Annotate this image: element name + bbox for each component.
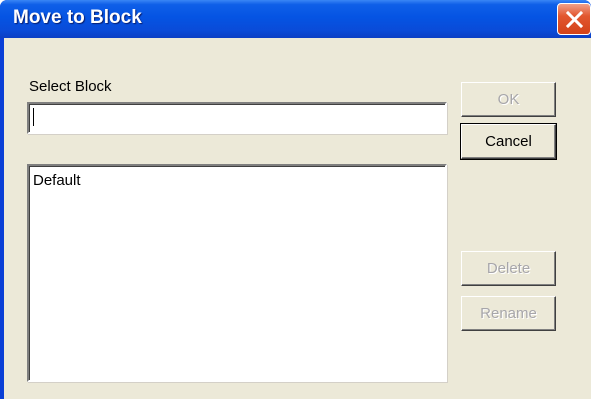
block-list[interactable]: Default [27, 164, 447, 382]
window-title: Move to Block [13, 7, 142, 28]
delete-button[interactable]: Delete [461, 251, 556, 286]
text-caret [33, 108, 34, 126]
cancel-button[interactable]: Cancel [460, 123, 557, 160]
title-bar[interactable]: Move to Block [0, 0, 591, 38]
close-x-icon [565, 10, 584, 29]
select-block-input[interactable] [27, 102, 447, 134]
rename-button[interactable]: Rename [461, 296, 556, 331]
dialog-body: Select Block Default OK Cancel Delete Re… [4, 38, 591, 399]
close-button[interactable] [557, 3, 591, 35]
list-item[interactable]: Default [33, 172, 81, 189]
select-block-label: Select Block [29, 78, 112, 95]
dialog-window: Move to Block Select Block Default OK Ca… [0, 0, 591, 399]
ok-button[interactable]: OK [461, 82, 556, 117]
